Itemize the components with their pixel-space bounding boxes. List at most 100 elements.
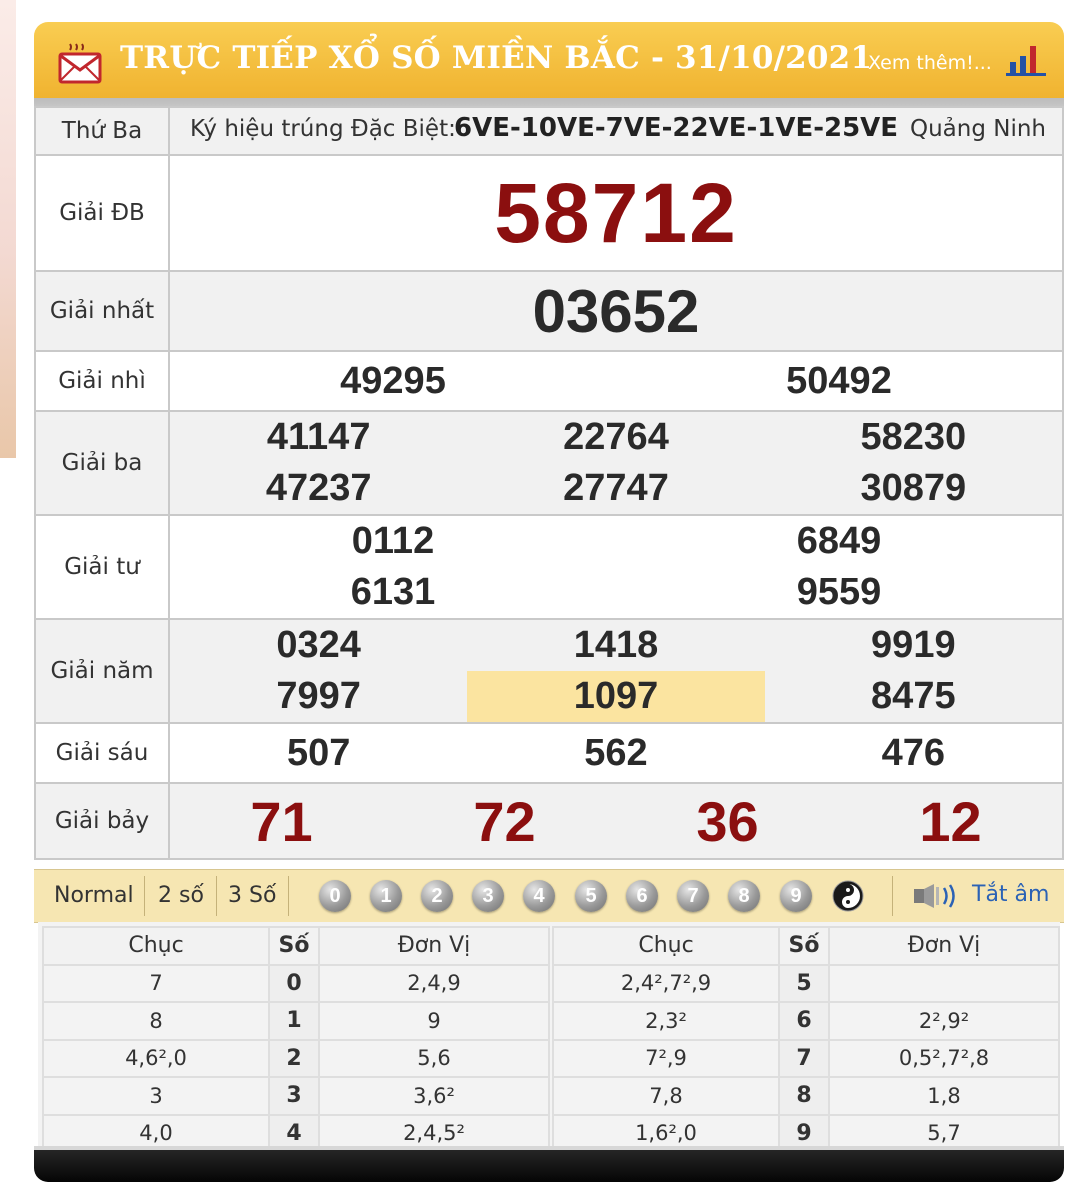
prize-number: 58230 (860, 416, 967, 458)
so-cell: 7 (778, 1038, 830, 1078)
col-header-donvi: Đơn Vị (828, 926, 1060, 966)
digit-2-button[interactable]: 2 (421, 880, 453, 912)
prize-number: 27747 (563, 467, 669, 509)
prize-numbers: 41147 22764 58230 47237 27747 30879 (168, 410, 1064, 516)
divider (216, 876, 217, 916)
first-prize-number: 03652 (532, 277, 700, 345)
day-label: Thứ Ba (61, 118, 143, 144)
donvi-cell: 1,8 (828, 1076, 1060, 1116)
so-cell: 0 (268, 963, 320, 1003)
prize-label: Giải ĐB (34, 154, 170, 272)
prize-row-g3: Giải ba 41147 22764 58230 47237 27747 30… (34, 410, 1064, 516)
prize-label: Giải ba (34, 410, 170, 516)
prize-number: 1418 (573, 624, 659, 666)
lottery-panel: TRỰC TIẾP XỔ SỐ MIỀN BẮC - 31/10/2021 Xe… (34, 22, 1064, 1182)
mode-normal-button[interactable]: Normal (54, 883, 134, 908)
special-codes: 6VE-10VE-7VE-22VE-1VE-25VE (454, 113, 899, 143)
prize-numbers: 03652 (168, 270, 1064, 352)
mute-sound-link[interactable]: Tắt âm (972, 882, 1049, 907)
chuc-cell: 7,8 (552, 1076, 780, 1116)
special-code-label: Ký hiệu trúng Đặc Biệt: (190, 116, 456, 142)
loto-header-row: Chục Số Đơn Vị (42, 926, 550, 966)
digit-7-button[interactable]: 7 (677, 880, 709, 912)
yin-yang-icon[interactable] (832, 880, 864, 912)
so-cell: 5 (778, 963, 830, 1003)
results-table: Thứ Ba Ký hiệu trúng Đặc Biệt: 6VE-10VE-… (34, 106, 1064, 860)
prize-label: Giải năm (34, 618, 170, 724)
bar-chart-icon[interactable] (1006, 42, 1046, 76)
prize-number: 71 (250, 789, 313, 853)
prize-label: Giải bảy (34, 782, 170, 860)
prize-number: 50492 (786, 359, 892, 402)
col-header-so: Số (778, 926, 830, 966)
digit-3-button[interactable]: 3 (472, 880, 504, 912)
prize-number: 562 (584, 731, 648, 774)
chuc-cell: 2,4²,7²,9 (552, 963, 780, 1003)
so-cell: 8 (778, 1076, 830, 1116)
col-header-chuc: Chục (42, 926, 270, 966)
page-title: TRỰC TIẾP XỔ SỐ MIỀN BẮC - 31/10/2021 (120, 40, 873, 76)
prize-number: 49295 (340, 359, 446, 402)
digit-0-button[interactable]: 0 (319, 880, 351, 912)
digit-6-button[interactable]: 6 (626, 880, 658, 912)
province-name: Quảng Ninh (910, 116, 1047, 142)
prize-number: 6131 (350, 571, 436, 613)
prize-row-g2: Giải nhì 49295 50492 (34, 350, 1064, 412)
see-more-link[interactable]: Xem thêm!... (868, 52, 992, 74)
loto-table-left: Chục Số Đơn Vị 7 0 2,4,9 819 4,6²,0 2 5,6 33… (42, 926, 550, 1153)
chuc-cell: 8 (42, 1001, 270, 1041)
donvi-cell: 9 (318, 1001, 550, 1041)
prize-number: 41147 (266, 416, 371, 458)
so-cell: 6 (778, 1001, 830, 1041)
mode-2-digit-button[interactable]: 2 số (158, 883, 204, 908)
prize-number: 7997 (276, 675, 361, 717)
so-cell: 3 (268, 1076, 320, 1116)
special-prize-number: 58712 (494, 165, 738, 260)
prize-label: Giải nhì (34, 350, 170, 412)
prize-row-g1: Giải nhất 03652 (34, 270, 1064, 352)
prize-number: 0112 (351, 520, 435, 562)
digit-1-button[interactable]: 1 (370, 880, 402, 912)
loto-row: 4,6²,0 2 5,6 (42, 1038, 550, 1078)
donvi-cell: 2,4,9 (318, 963, 550, 1003)
donvi-cell (828, 963, 1060, 1003)
chuc-cell: 2,3² (552, 1001, 780, 1041)
chuc-cell: 4,6²,0 (42, 1038, 270, 1078)
prize-number: 0324 (276, 624, 361, 666)
digit-5-button[interactable]: 5 (575, 880, 607, 912)
prize-row-g5: Giải năm 0324 1418 9919 7997 1097 8475 (34, 618, 1064, 724)
prize-numbers: 507 562 476 (168, 722, 1064, 784)
digit-9-button[interactable]: 9 (780, 880, 812, 912)
mail-icon (58, 43, 102, 84)
background-edge (0, 0, 16, 458)
so-cell: 1 (268, 1001, 320, 1041)
speaker-icon[interactable] (912, 883, 958, 909)
so-cell: 2 (268, 1038, 320, 1078)
divider (288, 876, 289, 916)
prize-number: 36 (696, 789, 759, 853)
prize-number: 6849 (796, 520, 882, 562)
chuc-cell: 7²,9 (552, 1038, 780, 1078)
info-cell: Ký hiệu trúng Đặc Biệt: 6VE-10VE-7VE-22V… (168, 106, 1064, 156)
mode-3-digit-button[interactable]: 3 Số (228, 883, 276, 908)
loto-row: 2,4²,7²,9 5 (552, 963, 1060, 1003)
loto-row: 7 0 2,4,9 (42, 963, 550, 1003)
loto-header-row: Chục Số Đơn Vị (552, 926, 1060, 966)
loto-row: 7,8 8 1,8 (552, 1076, 1060, 1116)
prize-numbers: 0112 6849 6131 9559 (168, 514, 1064, 620)
digit-4-button[interactable]: 4 (523, 880, 555, 912)
prize-number: 9919 (871, 624, 956, 666)
donvi-cell: 2²,9² (828, 1001, 1060, 1041)
panel-header: TRỰC TIẾP XỔ SỐ MIỀN BẮC - 31/10/2021 Xe… (34, 22, 1064, 98)
day-cell: Thứ Ba (34, 106, 170, 156)
digit-8-button[interactable]: 8 (728, 880, 760, 912)
prize-number: 507 (286, 731, 351, 774)
prize-row-g6: Giải sáu 507 562 476 (34, 722, 1064, 784)
col-header-donvi: Đơn Vị (318, 926, 550, 966)
prize-number: 47237 (265, 467, 372, 509)
divider (892, 876, 893, 916)
chuc-cell: 3 (42, 1076, 270, 1116)
prize-number: 72 (473, 789, 536, 853)
prize-row-g7: Giải bảy 71 72 36 12 (34, 782, 1064, 860)
prize-numbers: 71 72 36 12 (168, 782, 1064, 860)
